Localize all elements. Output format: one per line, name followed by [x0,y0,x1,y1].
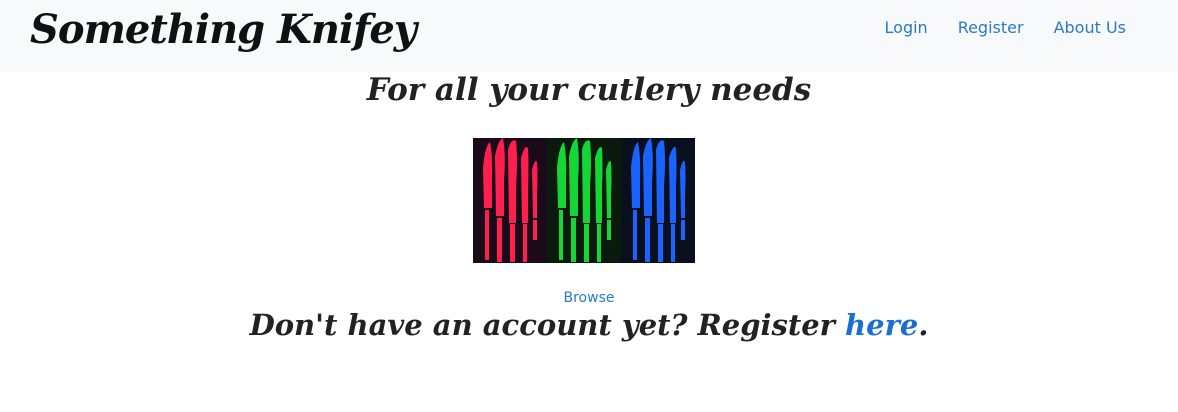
page-tagline: For all your cutlery needs [366,72,812,108]
register-prompt-text: Don't have an account yet? Register [249,308,846,342]
nav-links: Login Register About Us [885,18,1126,37]
knife-collage-image [473,138,695,263]
browse-link[interactable]: Browse [564,290,615,306]
nav-login-link[interactable]: Login [885,18,928,37]
browse-container: Browse [0,290,1178,306]
register-here-link[interactable]: here [845,308,918,342]
register-prompt-suffix: . [918,308,929,342]
register-prompt: Don't have an account yet? Register here… [0,308,1178,342]
navbar: Something Knifey Login Register About Us [0,0,1178,72]
brand-logo[interactable]: Something Knifey [30,6,417,53]
nav-register-link[interactable]: Register [958,18,1024,37]
nav-about-link[interactable]: About Us [1054,18,1126,37]
